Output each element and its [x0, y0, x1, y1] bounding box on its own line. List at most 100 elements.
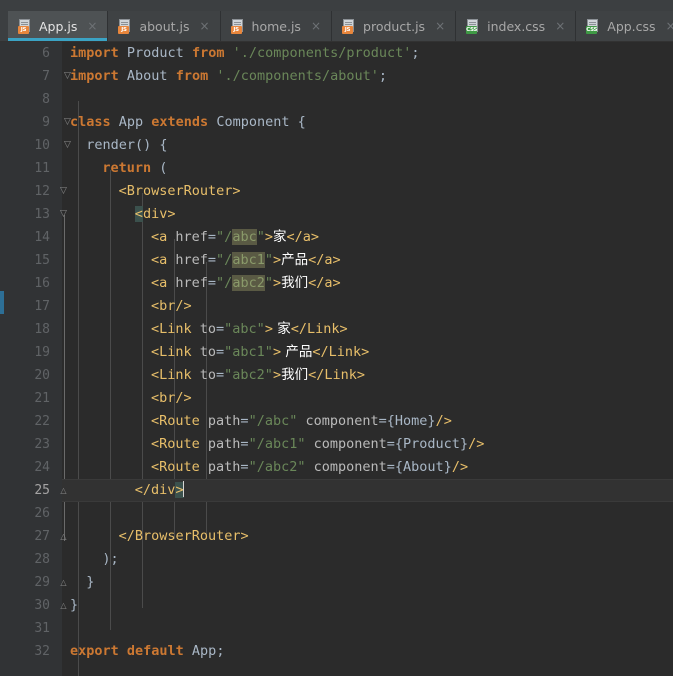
fold-collapse-icon[interactable]: ▽ — [58, 203, 69, 226]
close-icon[interactable]: × — [309, 19, 323, 33]
code-line[interactable]: 10▽render() { — [0, 134, 673, 157]
code-text: </BrowserRouter> — [119, 525, 249, 548]
code-line-list[interactable]: 6import Product from './components/produ… — [0, 42, 673, 676]
code-token-hl: abc — [232, 229, 256, 245]
code-token-tag: <Link — [151, 344, 192, 360]
code-line[interactable]: 21<br/> — [0, 387, 673, 410]
code-token-id: render — [86, 137, 135, 153]
code-line[interactable]: 29△} — [0, 571, 673, 594]
code-text: <BrowserRouter> — [119, 180, 241, 203]
code-line[interactable]: 23<Route path="/abc1" component={Product… — [0, 433, 673, 456]
code-line[interactable]: 12▽<BrowserRouter> — [0, 180, 673, 203]
code-token-tag: </Link> — [312, 344, 369, 360]
code-token-attr: href — [167, 252, 208, 268]
editor-tab-index-css[interactable]: CSSindex.css× — [456, 11, 576, 41]
line-number: 16 — [0, 272, 50, 295]
code-token-tag: <br/> — [151, 390, 192, 406]
code-line[interactable]: 28); — [0, 548, 673, 571]
close-icon[interactable]: × — [197, 19, 211, 33]
code-line[interactable]: 15<a href="/abc1">产品</a> — [0, 249, 673, 272]
code-line[interactable]: 8 — [0, 88, 673, 111]
code-token-brace: } — [427, 413, 435, 429]
line-number: 18 — [0, 318, 50, 341]
code-token-tag: <a — [151, 252, 167, 268]
code-line[interactable]: 14<a href="/abc">家</a> — [0, 226, 673, 249]
code-token-str: "/abc2" — [249, 459, 306, 475]
code-editor[interactable]: 6import Product from './components/produ… — [0, 42, 673, 676]
line-number: 9 — [0, 111, 50, 134]
editor-tab-app-css[interactable]: CSS App.css × — [576, 11, 673, 41]
code-token-punc: = — [240, 436, 248, 452]
js-file-icon: JS — [231, 19, 246, 34]
code-token-punc: = — [240, 459, 248, 475]
code-token-tag: /> — [452, 459, 468, 475]
close-icon[interactable]: × — [664, 19, 673, 33]
editor-tab-product-js[interactable]: JSproduct.js× — [332, 11, 456, 41]
close-icon[interactable]: × — [433, 19, 447, 33]
code-token-tag: <Route — [151, 436, 200, 452]
code-token-tag: <BrowserRouter> — [119, 183, 241, 199]
code-line[interactable]: 26 — [0, 502, 673, 525]
code-token-tag: </BrowserRouter> — [119, 528, 249, 544]
code-line[interactable]: 32export default App; — [0, 640, 673, 663]
code-line[interactable]: 17<br/> — [0, 295, 673, 318]
line-number: 25 — [0, 479, 50, 502]
code-token-punc: ; — [379, 68, 387, 84]
code-token-id: About — [119, 68, 176, 84]
code-token-str: " — [265, 275, 273, 291]
code-line[interactable]: 19<Link to="abc1"> 产品</Link> — [0, 341, 673, 364]
code-token-attr: path — [200, 459, 241, 475]
line-number: 6 — [0, 42, 50, 65]
code-token-attr: to — [192, 367, 216, 383]
close-icon[interactable]: × — [553, 19, 567, 33]
editor-tab-home-js[interactable]: JShome.js× — [221, 11, 332, 41]
editor-tab-app-js[interactable]: JSApp.js× — [8, 11, 108, 41]
fold-collapse-icon[interactable]: ▽ — [58, 180, 69, 203]
code-token-cjk: 家 — [273, 321, 291, 337]
code-line[interactable]: 18<Link to="abc"> 家</Link> — [0, 318, 673, 341]
fold-end-icon[interactable]: △ — [58, 525, 69, 548]
code-token-id: App — [184, 643, 217, 659]
code-token-kw: from — [176, 68, 209, 84]
code-token-kw: return — [102, 160, 151, 176]
line-number: 14 — [0, 226, 50, 249]
code-line[interactable]: 20<Link to="abc2">我们</Link> — [0, 364, 673, 387]
fold-end-icon[interactable]: △ — [58, 571, 69, 594]
code-line[interactable]: 6import Product from './components/produ… — [0, 42, 673, 65]
code-token-str: "/ — [216, 275, 232, 291]
code-token-punc: = — [216, 367, 224, 383]
code-line[interactable]: 25△</div> — [0, 479, 673, 502]
code-line[interactable]: 16<a href="/abc2">我们</a> — [0, 272, 673, 295]
code-token-attr: component — [305, 459, 386, 475]
code-token-attr: href — [167, 229, 208, 245]
code-line[interactable]: 13▽<div> — [0, 203, 673, 226]
code-line[interactable]: 31 — [0, 617, 673, 640]
fold-collapse-icon[interactable]: ▽ — [62, 134, 73, 157]
file-type-badge: CSS — [586, 26, 597, 34]
code-line[interactable]: 11return ( — [0, 157, 673, 180]
code-text: <a href="/abc1">产品</a> — [151, 249, 341, 272]
code-token-punc: ( — [151, 160, 167, 176]
code-text: <Route path="/abc2" component={About}/> — [151, 456, 468, 479]
close-icon[interactable]: × — [85, 19, 99, 33]
code-line[interactable]: 24<Route path="/abc2" component={About}/… — [0, 456, 673, 479]
code-line[interactable]: 27△</BrowserRouter> — [0, 525, 673, 548]
code-token-attr: component — [297, 413, 378, 429]
fold-end-icon[interactable]: △ — [58, 594, 69, 617]
editor-tab-bar: JSApp.js×JSabout.js×JShome.js×JSproduct.… — [0, 0, 673, 42]
code-token-attr: component — [305, 436, 386, 452]
code-token-tag: </Link> — [291, 321, 348, 337]
code-line[interactable]: 7▽import About from './components/about'… — [0, 65, 673, 88]
editor-tab-about-js[interactable]: JSabout.js× — [108, 11, 220, 41]
code-text: return ( — [102, 157, 167, 180]
editor-tab-label: App.css — [607, 19, 655, 34]
code-token-str: './components/about' — [208, 68, 379, 84]
code-line[interactable]: 22<Route path="/abc" component={Home}/> — [0, 410, 673, 433]
code-token-str: "abc" — [224, 321, 265, 337]
code-token-cjk: 我们 — [281, 367, 308, 383]
code-token-str: "/ — [216, 229, 232, 245]
code-line[interactable]: 9▽class App extends Component { — [0, 111, 673, 134]
code-token-str: "/abc" — [249, 413, 298, 429]
fold-end-icon[interactable]: △ — [58, 479, 69, 502]
code-line[interactable]: 30△} — [0, 594, 673, 617]
